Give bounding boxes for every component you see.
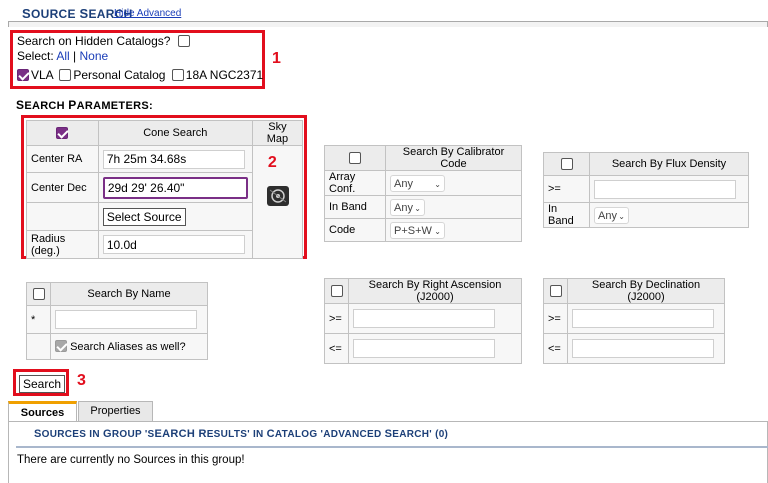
calibrator-header: Search By Calibrator Code — [385, 145, 522, 171]
array-conf-select[interactable]: Any ⌄ — [390, 174, 445, 192]
header-divider — [8, 21, 768, 27]
ra-ge-label: >= — [324, 303, 349, 334]
hide-advanced-link[interactable]: Hide Advanced — [114, 8, 181, 19]
results-title: SOURCES IN GROUP 'SEARCH RESULTS' IN CAT… — [34, 428, 449, 440]
dec-ge-input[interactable] — [572, 309, 714, 328]
dec-search-checkbox[interactable] — [549, 284, 562, 297]
select-none-link[interactable]: None — [80, 49, 109, 63]
dec-le-label: <= — [543, 333, 568, 364]
tab-sources[interactable]: Sources — [8, 401, 77, 421]
catalog-vla-label: VLA — [31, 68, 54, 82]
select-row: Select: All | None — [17, 49, 108, 63]
catalog-personal-label: Personal Catalog — [73, 68, 166, 82]
annotation-1: 1 — [272, 50, 281, 67]
cone-search-header: Cone Search — [97, 120, 253, 146]
flux-ge-input[interactable] — [594, 179, 736, 199]
search-button[interactable]: Search — [19, 375, 66, 393]
flux-header: Search By Flux Density — [589, 152, 749, 176]
flux-in-band-label: In Band — [543, 202, 590, 228]
array-conf-label: Array Conf. — [324, 170, 386, 196]
flux-search-table: Search By Flux Density >= In Band Any ⌄ — [543, 152, 749, 228]
name-search-header: Search By Name — [50, 282, 208, 306]
ra-ge-input[interactable] — [353, 309, 495, 328]
search-parameters-heading: SEARCH PARAMETERS: — [16, 98, 153, 112]
select-all-link[interactable]: All — [56, 49, 69, 63]
aliases-label: Search Aliases as well? — [70, 341, 186, 353]
annotation-2: 2 — [267, 154, 277, 171]
ra-search-table: Search By Right Ascension (J2000) >= <= — [324, 278, 522, 364]
ra-le-label: <= — [324, 333, 349, 364]
flux-checkbox[interactable] — [560, 157, 573, 170]
cone-search-table: Cone Search Sky Map Center RA 2 Center D… — [26, 120, 304, 259]
flux-ge-label: >= — [543, 175, 590, 203]
catalog-personal-checkbox[interactable] — [59, 69, 72, 81]
calibrator-checkbox[interactable] — [349, 151, 361, 164]
dec-search-table: Search By Declination (J2000) >= <= — [543, 278, 725, 364]
name-search-table: Search By Name * Search Aliases as well? — [26, 282, 208, 360]
results-divider — [16, 446, 768, 448]
radius-label: Radius (deg.) — [26, 230, 99, 259]
center-ra-input[interactable] — [102, 149, 245, 169]
catalog-ngc2371-label: 18A NGC2371 — [185, 68, 264, 82]
catalog-vla-checkbox[interactable] — [17, 69, 29, 81]
in-band-select[interactable]: Any ⌄ — [390, 198, 425, 216]
ra-search-checkbox[interactable] — [330, 284, 343, 297]
catalog-ngc2371-checkbox[interactable] — [171, 69, 184, 81]
hidden-catalogs-checkbox[interactable] — [177, 35, 190, 47]
center-ra-label: Center RA — [26, 145, 99, 173]
aliases-checkbox[interactable] — [55, 340, 67, 352]
calibrator-search-table: Search By Calibrator Code Array Conf. An… — [324, 145, 522, 242]
hidden-catalogs-row: Search on Hidden Catalogs? — [17, 34, 190, 48]
cone-search-checkbox[interactable] — [56, 126, 69, 139]
ra-le-input[interactable] — [353, 339, 495, 358]
catalog-list: VLA Personal Catalog 18A NGC2371 — [17, 68, 263, 82]
code-select[interactable]: P+S+W ⌄ — [390, 221, 445, 239]
name-search-checkbox[interactable] — [32, 287, 45, 300]
name-star-label: * — [26, 305, 51, 334]
center-dec-input[interactable] — [102, 176, 248, 199]
dec-search-header: Search By Declination (J2000) — [567, 278, 725, 304]
ra-search-header: Search By Right Ascension (J2000) — [348, 278, 522, 304]
tab-properties[interactable]: Properties — [78, 401, 153, 421]
annotation-3: 3 — [77, 372, 86, 389]
in-band-label: In Band — [324, 195, 386, 219]
name-search-input[interactable] — [55, 310, 197, 329]
select-separator: | — [73, 49, 77, 63]
sky-map-icon[interactable] — [266, 186, 289, 206]
select-label: Select: — [17, 49, 54, 63]
radius-input[interactable] — [102, 235, 245, 254]
dec-ge-label: >= — [543, 303, 568, 334]
dec-le-input[interactable] — [572, 339, 714, 358]
hidden-catalogs-label: Search on Hidden Catalogs? — [17, 34, 171, 48]
code-label: Code — [324, 218, 386, 242]
sky-map-header: Sky Map — [251, 120, 304, 146]
center-dec-label: Center Dec — [26, 172, 99, 203]
select-source-button[interactable]: Select Source — [102, 207, 186, 226]
flux-in-band-select[interactable]: Any ⌄ — [594, 206, 629, 224]
empty-results-message: There are currently no Sources in this g… — [17, 454, 245, 466]
